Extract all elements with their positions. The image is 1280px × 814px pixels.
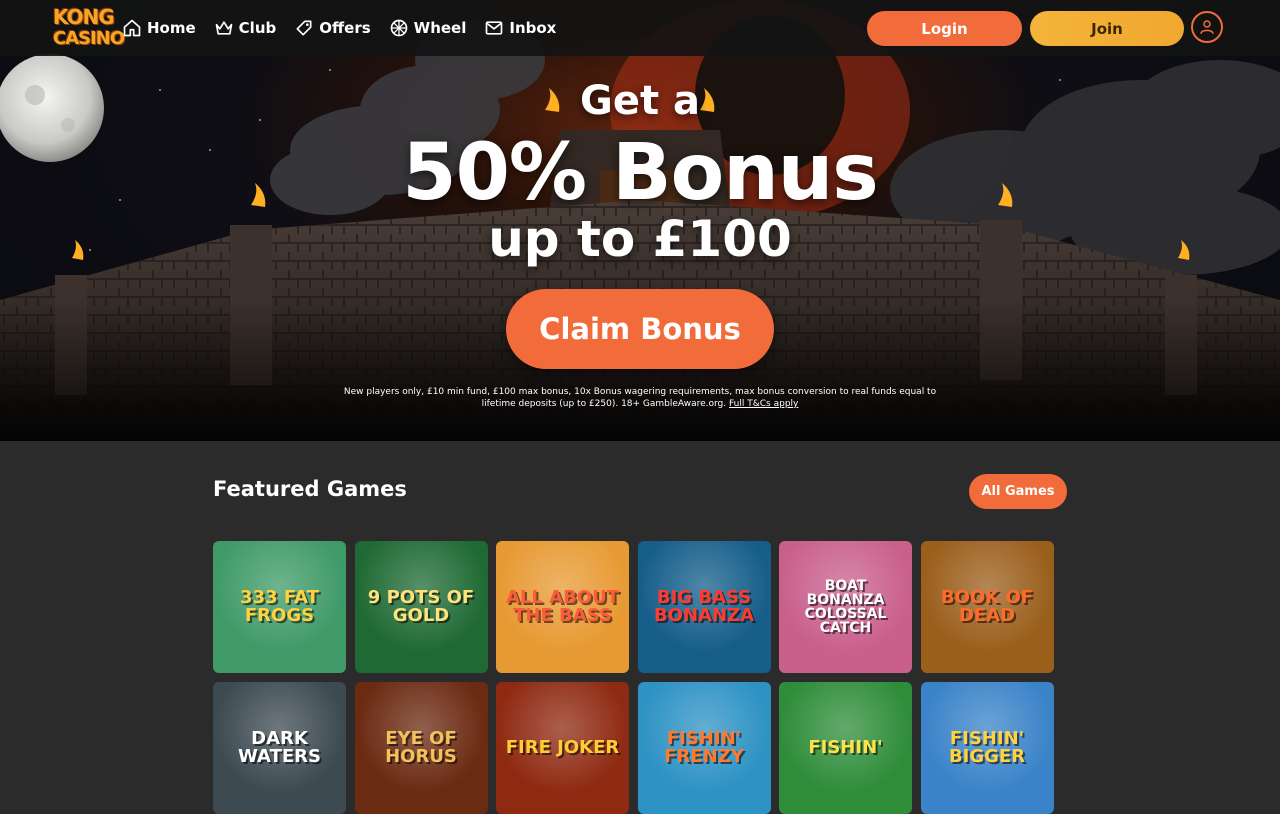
- featured-games-grid: 333 FAT FROGS 9 POTS OF GOLD ALL ABOUT THE…: [213, 541, 1055, 814]
- game-tile[interactable]: EYE OF HORUS: [354, 682, 488, 814]
- mail-icon: [486, 21, 503, 35]
- game-title: FIRE JOKER: [505, 737, 620, 758]
- hero-banner: Get a 50% Bonus up to £100 Claim Bonus N…: [0, 0, 1280, 441]
- logo-line1: KONG: [53, 5, 115, 29]
- game-tile[interactable]: BOAT BONANZA COLOSSAL CATCH: [779, 541, 912, 673]
- game-tile[interactable]: FISHIN' FRENZY: [637, 682, 771, 814]
- hero-headline-bonus: 50% Bonus: [402, 128, 878, 218]
- game-tile[interactable]: BIG BASS BONANZA: [637, 541, 771, 673]
- game-title: 333 FAT FROGS: [240, 587, 319, 626]
- nav-wheel[interactable]: Wheel: [389, 14, 467, 42]
- game-tile[interactable]: DARK WATERS: [213, 682, 346, 814]
- game-tile[interactable]: 9 POTS OF GOLD: [354, 541, 488, 673]
- game-title: EYE OF HORUS: [385, 728, 457, 767]
- hero-headline-line1: Get a: [580, 78, 700, 124]
- game-tile[interactable]: FISHIN': [779, 682, 912, 814]
- featured-games-heading: Featured Games: [213, 477, 407, 501]
- nav-inbox-label: Inbox: [509, 19, 557, 37]
- kong-casino-logo[interactable]: KONG CASINO: [53, 5, 125, 52]
- game-title: FISHIN' BIGGER: [948, 728, 1026, 767]
- nav-inbox[interactable]: Inbox: [484, 14, 556, 42]
- game-tile[interactable]: ALL ABOUT THE BASS: [496, 541, 629, 673]
- login-button[interactable]: Login: [867, 11, 1022, 46]
- game-title: DARK WATERS: [238, 728, 321, 767]
- nav-club[interactable]: Club: [214, 14, 277, 42]
- user-icon: [1200, 20, 1214, 34]
- game-title: BIG BASS BONANZA: [653, 587, 755, 626]
- game-tile[interactable]: 333 FAT FROGS: [213, 541, 346, 673]
- nav-home[interactable]: Home: [122, 14, 196, 42]
- user-account-button[interactable]: [1191, 11, 1223, 43]
- game-title: BOAT BONANZA COLOSSAL CATCH: [804, 578, 887, 636]
- full-terms-link[interactable]: Full T&Cs apply: [729, 399, 798, 409]
- terms-text: New players only, £10 min fund, £100 max…: [343, 387, 937, 409]
- game-tile[interactable]: BOOK OF DEAD: [920, 541, 1054, 673]
- top-navigation-bar: KONG CASINO Home Club Offers Wheel Inbox…: [0, 0, 1280, 56]
- game-title: 9 POTS OF GOLD: [367, 587, 475, 626]
- join-button[interactable]: Join: [1030, 11, 1184, 46]
- crown-icon: [215, 21, 233, 35]
- logo-line2: CASINO: [53, 28, 125, 49]
- tag-icon: [296, 20, 312, 36]
- bonus-terms: New players only, £10 min fund, £100 max…: [340, 386, 940, 410]
- game-title: FISHIN': [808, 737, 883, 758]
- nav-offers-label: Offers: [319, 19, 371, 37]
- game-tile[interactable]: FIRE JOKER: [496, 682, 629, 814]
- all-games-button[interactable]: All Games: [969, 474, 1067, 509]
- claim-bonus-button[interactable]: Claim Bonus: [506, 289, 774, 369]
- nav-wheel-label: Wheel: [413, 19, 467, 37]
- hero-headline-amount: up to £100: [488, 210, 792, 268]
- game-tile[interactable]: FISHIN' BIGGER: [920, 682, 1054, 814]
- nav-club-label: Club: [238, 19, 277, 37]
- nav-offers[interactable]: Offers: [294, 14, 371, 42]
- main-nav: Home Club Offers Wheel Inbox: [122, 14, 574, 42]
- game-title: BOOK OF DEAD: [940, 587, 1034, 626]
- game-title: ALL ABOUT THE BASS: [506, 587, 619, 626]
- home-icon: [123, 19, 141, 37]
- game-title: FISHIN' FRENZY: [664, 728, 744, 767]
- wheel-icon: [390, 19, 407, 37]
- nav-home-label: Home: [147, 19, 196, 37]
